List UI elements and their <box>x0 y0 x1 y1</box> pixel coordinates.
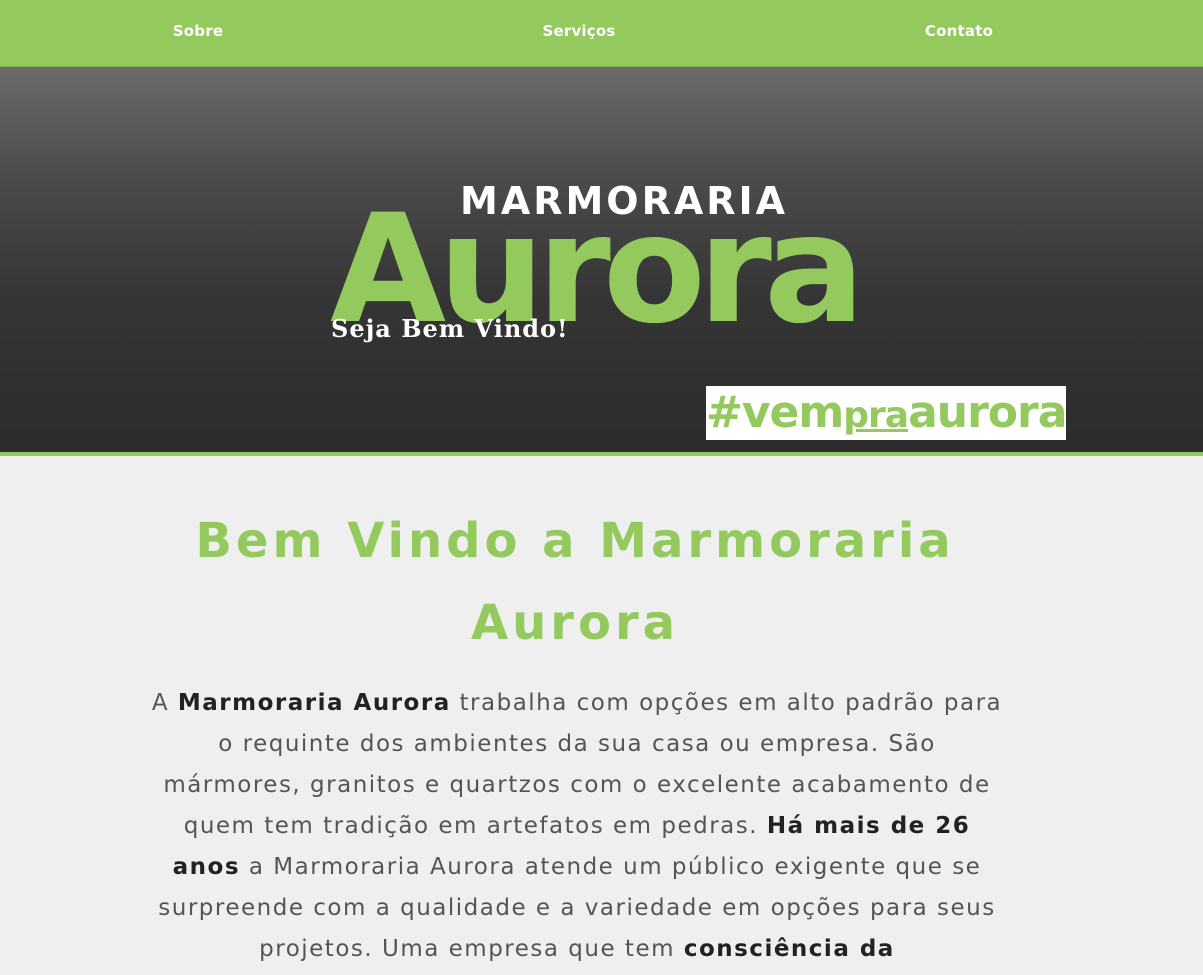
para-bold-1: Marmoraria Aurora <box>177 690 451 716</box>
page-title: Bem Vindo a Marmoraria Aurora <box>195 513 955 651</box>
nav-link-sobre[interactable]: Sobre <box>173 22 223 40</box>
hashtag-text: #vempraaurora <box>706 386 1067 440</box>
nav-link-contato[interactable]: Contato <box>925 22 993 40</box>
hero-banner: MARMORARIA Aurora Seja Bem Vindo! #vempr… <box>0 67 1203 456</box>
welcome-subtitle: Seja Bem Vindo! <box>331 314 569 343</box>
nav-link-servicos[interactable]: Serviços <box>542 22 615 40</box>
hashtag-part-aurora: aurora <box>908 387 1067 438</box>
main-content: Bem Vindo a Marmoraria Aurora A Marmorar… <box>0 456 1203 975</box>
intro-paragraph: A Marmoraria Aurora trabalha com opções … <box>150 683 1004 970</box>
top-nav: Sobre Serviços Contato <box>0 0 1203 67</box>
hashtag-part-pra: pra <box>843 395 909 436</box>
hashtag-part-vem: #vem <box>706 387 844 438</box>
para-text-1: A <box>151 690 178 716</box>
hashtag-badge: #vempraaurora <box>706 386 1067 440</box>
para-bold-3: consciência da <box>683 936 895 962</box>
